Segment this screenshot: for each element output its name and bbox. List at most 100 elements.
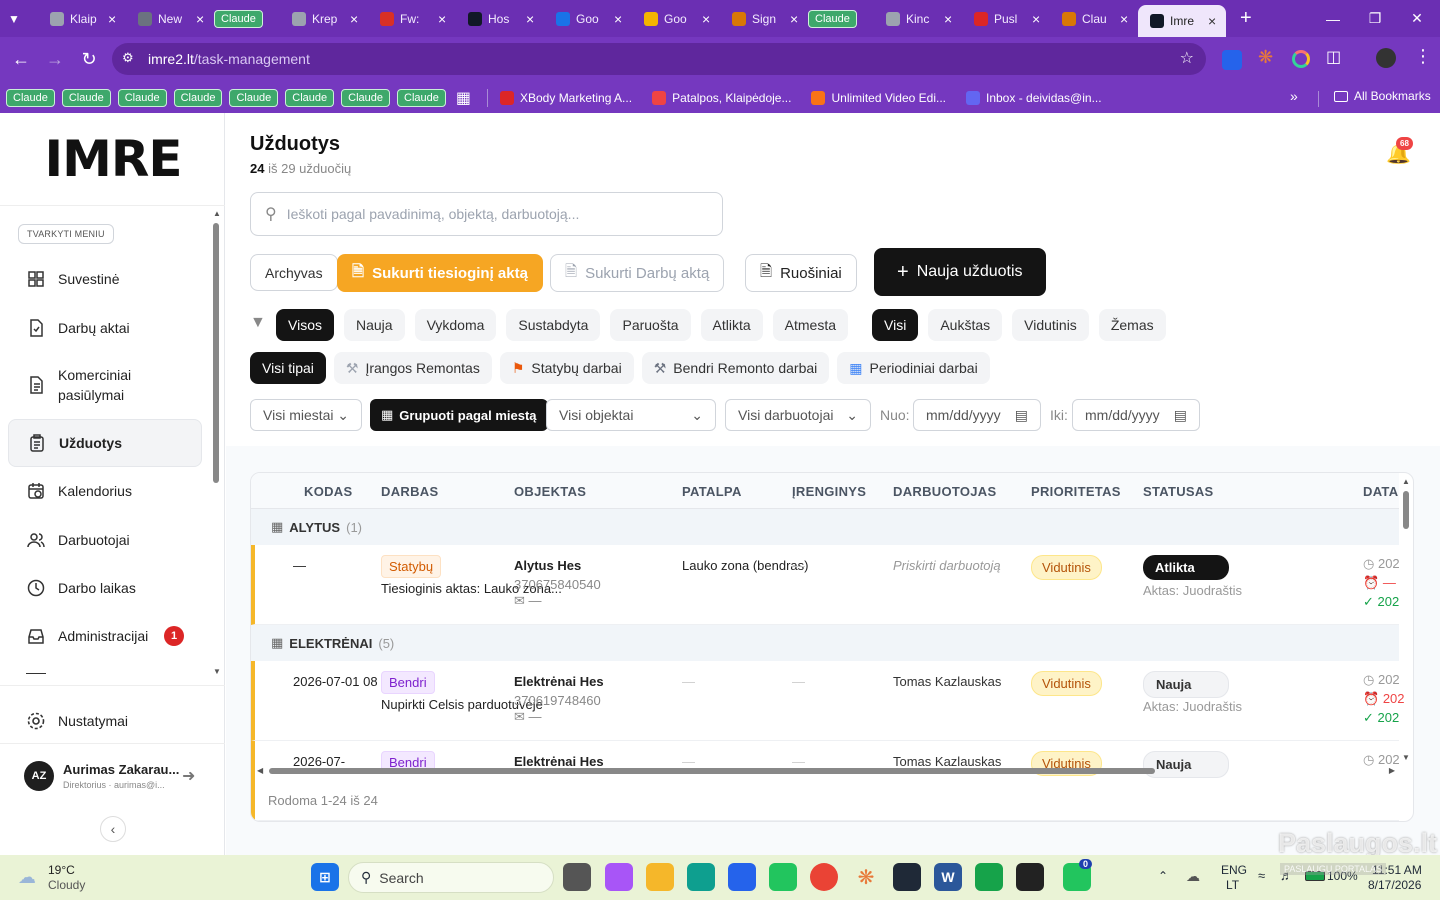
sidebar-item-6[interactable]: Darbuotojai xyxy=(8,517,202,563)
sidebar-item-5[interactable]: Kalendorius xyxy=(8,468,202,514)
tab-group-chip[interactable]: Claude xyxy=(214,9,263,28)
status-filter-5[interactable]: Atlikta xyxy=(700,309,763,341)
sidebar-scrollbar[interactable]: ▲ ▼ xyxy=(213,209,221,684)
close-tab-icon[interactable]: × xyxy=(702,11,712,27)
bookmark-claude[interactable]: Claude xyxy=(61,88,111,107)
table-horizontal-scrollbar[interactable]: ◀ ▶ xyxy=(257,766,1395,776)
utorrent-icon[interactable] xyxy=(975,863,1003,891)
sidebar-item-settings[interactable]: Nustatymai xyxy=(8,698,202,744)
wifi-icon[interactable]: ≈ xyxy=(1258,868,1265,883)
create-direct-act-button[interactable]: 🗎 Sukurti tiesioginį aktą xyxy=(337,254,543,292)
sidebar-item-8[interactable]: Administracijai 1 xyxy=(8,613,202,659)
bookmark-link[interactable]: Patalpos, Klaipėdoje... xyxy=(652,90,791,105)
browser-tab[interactable]: Claude xyxy=(214,5,280,33)
cmd-icon[interactable] xyxy=(1016,863,1044,891)
type-filter-3[interactable]: ⚒ Bendri Remonto darbai xyxy=(641,352,830,384)
tray-chevron-icon[interactable]: ⌃ xyxy=(1158,869,1168,883)
store-icon[interactable] xyxy=(728,863,756,891)
site-info-icon[interactable]: ⚙ xyxy=(122,50,134,66)
close-window-button[interactable]: ✕ xyxy=(1394,0,1440,37)
whatsapp-icon[interactable] xyxy=(769,863,797,891)
profile-avatar[interactable] xyxy=(1376,48,1396,68)
type-filter-0[interactable]: Visi tipai xyxy=(250,352,326,384)
employees-select[interactable]: Visi darbuotojai ⌄ xyxy=(725,399,871,431)
close-tab-icon[interactable]: × xyxy=(790,11,800,27)
logout-icon[interactable]: ➜ xyxy=(182,766,195,786)
table-row[interactable]: — Statybų Tiesioginis aktas: Lauko zona...… xyxy=(251,545,1400,625)
search-input[interactable]: ⚲ Ieškoti pagal pavadinimą, objektą, dar… xyxy=(250,192,723,236)
new-task-button[interactable]: + Nauja užduotis xyxy=(874,248,1046,296)
group-by-city-button[interactable]: ▦ Grupuoti pagal miestą xyxy=(370,399,548,431)
sidebar-item-7[interactable]: Darbo laikas xyxy=(8,565,202,611)
word-icon[interactable]: W xyxy=(934,863,962,891)
bookmark-claude[interactable]: Claude xyxy=(229,88,279,107)
bookmark-claude[interactable]: Claude xyxy=(341,88,391,107)
bookmark-link[interactable]: Inbox - deividas@in... xyxy=(966,90,1102,105)
bookmark-claude[interactable]: Claude xyxy=(397,88,446,107)
table-row[interactable]: 2026-07- Bendri Elektrėnai Hes — — Tomas Kazl… xyxy=(251,741,1400,821)
menu-kebab-icon[interactable]: ⋮ xyxy=(1414,46,1432,67)
status-filter-1[interactable]: Nauja xyxy=(343,309,405,341)
close-tab-icon[interactable]: × xyxy=(944,11,954,27)
new-tab-button[interactable]: + xyxy=(1240,7,1252,30)
bookmark-claude[interactable]: Claude xyxy=(173,88,223,107)
bookmark-claude[interactable]: Claude xyxy=(6,88,55,107)
terminal-icon[interactable] xyxy=(893,863,921,891)
browser-tab[interactable]: Hos × xyxy=(456,5,544,33)
browser-tab[interactable]: Goo × xyxy=(632,5,720,33)
reload-button[interactable]: ↻ xyxy=(72,43,106,77)
table-vertical-scrollbar[interactable]: ▲ ▼ xyxy=(1401,477,1411,767)
date-from-input[interactable]: mm/dd/yyyy ▤ xyxy=(913,399,1041,431)
bookmark-link[interactable]: Unlimited Video Edi... xyxy=(811,90,946,105)
browser-tab[interactable]: Krep × xyxy=(280,5,368,33)
chrome-icon[interactable] xyxy=(810,863,838,891)
status-filter-3[interactable]: Sustabdyta xyxy=(506,309,601,341)
bookmark-star-icon[interactable]: ☆ xyxy=(1180,48,1194,68)
bookmark-link[interactable]: XBody Marketing A... xyxy=(500,90,632,105)
status-filter-4[interactable]: Paruošta xyxy=(610,309,691,341)
archive-button[interactable]: Archyvas xyxy=(250,254,338,291)
tab-group-chip[interactable]: Claude xyxy=(808,9,857,28)
collapse-sidebar-button[interactable]: ‹ xyxy=(100,816,126,842)
type-filter-1[interactable]: ⚒ Įrangos Remontas xyxy=(333,352,492,384)
apps-grid-icon[interactable]: ▦ xyxy=(456,88,471,108)
file-explorer-icon[interactable] xyxy=(646,863,674,891)
close-tab-icon[interactable]: × xyxy=(1120,11,1130,27)
back-button[interactable]: ← xyxy=(4,43,38,77)
close-tab-icon[interactable]: × xyxy=(1208,13,1218,29)
copilot-icon[interactable] xyxy=(605,863,633,891)
all-bookmarks[interactable]: All Bookmarks xyxy=(1334,89,1431,103)
close-tab-icon[interactable]: × xyxy=(1032,11,1042,27)
sidebar-item-4[interactable]: Užduotys xyxy=(8,419,202,467)
sidebar-item-2[interactable]: Darbų aktai xyxy=(8,305,202,351)
drafts-button[interactable]: 🗎 Ruošiniai xyxy=(745,254,857,292)
city-group-row[interactable]: ▦ ALYTUS (1) xyxy=(251,509,1399,545)
status-badge[interactable]: Nauja xyxy=(1143,671,1229,698)
bookmark-claude[interactable]: Claude xyxy=(117,88,167,107)
close-tab-icon[interactable]: × xyxy=(350,11,360,27)
browser-tab[interactable]: Goo × xyxy=(544,5,632,33)
browser-tab[interactable]: Klaip × xyxy=(38,5,126,33)
extension-icon[interactable] xyxy=(1222,50,1242,70)
tab-search-chevron-icon[interactable]: ▼ xyxy=(8,12,38,26)
claude-extension-icon[interactable]: ❋ xyxy=(1258,47,1273,68)
status-filter-2[interactable]: Vykdoma xyxy=(414,309,497,341)
priority-filter-2[interactable]: Vidutinis xyxy=(1012,309,1089,341)
sidebar-item-1[interactable]: Suvestinė xyxy=(8,256,202,302)
status-filter-6[interactable]: Atmesta xyxy=(772,309,849,341)
status-filter-0[interactable]: Visos xyxy=(276,309,334,341)
taskbar-search[interactable]: ⚲ Search xyxy=(348,862,554,893)
browser-tab[interactable]: Fw: × xyxy=(368,5,456,33)
sidebar-item-3[interactable]: Komerciniai pasiūlymai xyxy=(8,362,202,408)
claude-app-icon[interactable]: ❋ xyxy=(852,863,880,891)
extensions-puzzle-icon[interactable]: ◫ xyxy=(1326,47,1341,67)
status-badge[interactable]: Atlikta xyxy=(1143,555,1229,580)
minimize-button[interactable]: — xyxy=(1310,0,1356,37)
task-view-icon[interactable] xyxy=(563,863,591,891)
table-row[interactable]: 2026-07-01 08 Bendri Nupirkti Celsis pardu… xyxy=(251,661,1405,741)
city-select[interactable]: Visi miestai ⌄ xyxy=(250,399,362,431)
sidebar-item-partial[interactable] xyxy=(8,661,202,683)
type-filter-2[interactable]: ⚑ Statybų darbai xyxy=(499,352,634,384)
objects-select[interactable]: Visi objektai ⌄ xyxy=(546,399,716,431)
browser-tab[interactable]: Kinc × xyxy=(874,5,962,33)
